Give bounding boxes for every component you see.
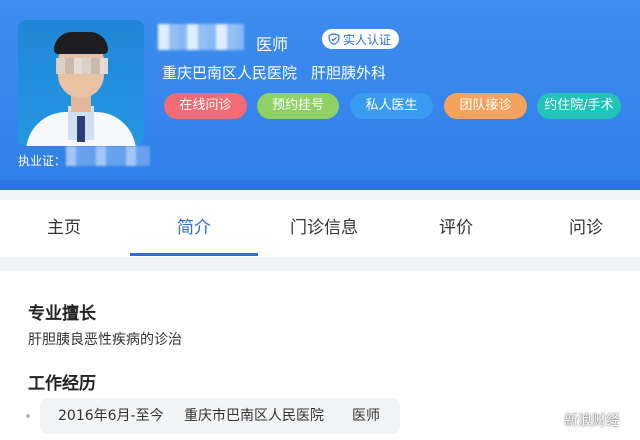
- tab-reviews[interactable]: 评价: [392, 200, 520, 257]
- appointment-button[interactable]: 预约挂号: [257, 93, 339, 119]
- online-consult-button[interactable]: 在线问诊: [164, 93, 247, 119]
- work-period: 2016年6月-至今: [58, 408, 164, 424]
- work-title: 医师: [352, 408, 380, 424]
- hospital-name: 重庆巴南区人民医院: [162, 64, 298, 82]
- doctor-photo: [18, 20, 144, 146]
- active-tab-indicator: [130, 253, 258, 256]
- specialty-text: 肝胆胰良恶性疾病的诊治: [28, 332, 182, 348]
- specialty-heading: 专业擅长: [28, 304, 96, 324]
- verify-badge: 实人认证: [322, 29, 400, 49]
- hospitalization-surgery-button[interactable]: 约住院/手术: [537, 93, 621, 119]
- tab-consult[interactable]: 问诊: [522, 200, 640, 257]
- tab-home[interactable]: 主页: [0, 200, 128, 257]
- verify-badge-label: 实人认证: [343, 32, 392, 47]
- watermark-text: 新浪财经: [564, 413, 620, 429]
- private-doctor-button[interactable]: 私人医生: [350, 93, 433, 119]
- weibo-logo-icon: [541, 412, 560, 429]
- department-name: 肝胆胰外科: [311, 64, 387, 82]
- sina-finance-watermark: 新浪财经: [541, 410, 620, 430]
- face-blur-mask: [56, 58, 108, 74]
- doctor-title: 医师: [256, 35, 289, 54]
- work-hospital: 重庆市巴南区人民医院: [184, 408, 324, 424]
- team-consult-button[interactable]: 团队接诊: [444, 93, 527, 119]
- work-history-item: 2016年6月-至今 重庆市巴南区人民医院 医师: [40, 398, 400, 434]
- hospital-info: 重庆巴南区人民医院 肝胆胰外科: [162, 62, 386, 83]
- shield-check-icon: [328, 33, 340, 45]
- doctor-name-blurred: [158, 24, 244, 50]
- tab-clinic-info[interactable]: 门诊信息: [260, 200, 388, 257]
- bullet-dot: [26, 414, 30, 418]
- doctor-header: 执业证： 医师 实人认证 重庆巴南区人民医院 肝胆胰外科 在线问诊 预约挂号 私人…: [0, 0, 640, 190]
- tab-intro[interactable]: 简介: [130, 200, 258, 257]
- license-label: 执业证：: [18, 154, 67, 168]
- profile-tabs: 主页 简介 门诊信息 评价 问诊: [0, 200, 640, 257]
- license-number-blurred: [66, 146, 150, 166]
- work-heading: 工作经历: [28, 374, 96, 394]
